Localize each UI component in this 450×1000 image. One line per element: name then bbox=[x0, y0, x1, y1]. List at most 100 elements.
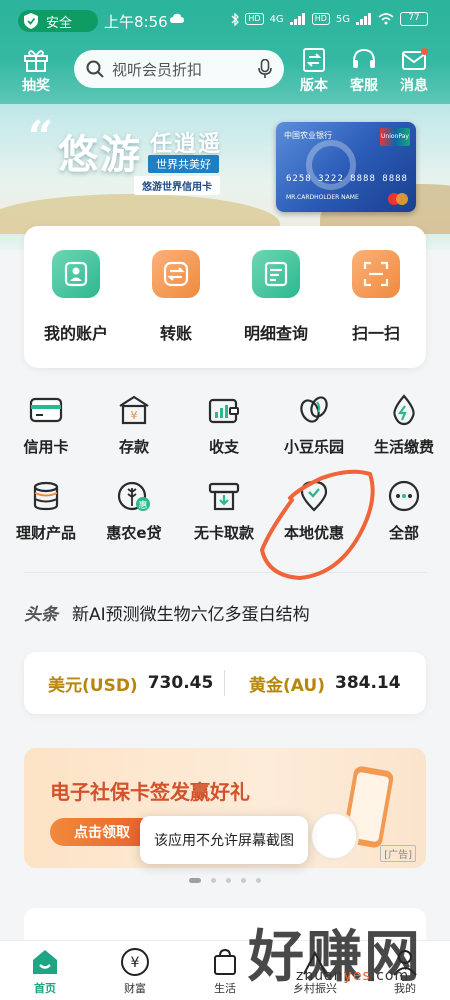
farm-loan-badge: 惠 bbox=[138, 499, 147, 511]
carousel-dot[interactable] bbox=[211, 878, 216, 883]
claim-button[interactable]: 点击领取 bbox=[50, 818, 154, 846]
clock: 上午8:56 bbox=[104, 13, 168, 31]
nav-home[interactable]: 首页 bbox=[0, 941, 90, 1000]
status-bar: 安全 上午8:56 HD 4G HD 5G 77 bbox=[0, 0, 450, 40]
carousel-dots bbox=[0, 878, 450, 883]
rate-value: 384.14 bbox=[334, 673, 401, 693]
watermark-url-prefix: zhuan bbox=[296, 968, 344, 984]
battery-indicator: 77 bbox=[400, 12, 428, 26]
service-label: 客服 bbox=[350, 78, 378, 94]
grid-label: 全部 bbox=[388, 524, 419, 542]
local-offer-icon bbox=[300, 480, 328, 512]
service-button[interactable]: 客服 bbox=[342, 48, 386, 95]
grid-more[interactable]: 全部 bbox=[360, 480, 448, 543]
quick-label: 明细查询 bbox=[243, 324, 308, 343]
deposit-icon: ¥ bbox=[119, 395, 149, 425]
carousel-dot-active[interactable] bbox=[189, 878, 201, 883]
more-icon bbox=[388, 480, 420, 512]
watermark-url-suffix: .com bbox=[370, 968, 410, 984]
grid-local-offer[interactable]: 本地优惠 bbox=[270, 480, 358, 543]
account-icon bbox=[52, 250, 100, 298]
messages-button[interactable]: 消息 bbox=[392, 48, 436, 95]
quick-actions-card: 我的账户 转账 明细查询 扫一扫 bbox=[24, 226, 426, 368]
grid-cardless-withdraw[interactable]: 无卡取款 bbox=[180, 480, 268, 543]
grid-label: 惠农e贷 bbox=[106, 524, 162, 542]
carousel-dot[interactable] bbox=[241, 878, 246, 883]
watermark-url-highlight: yes bbox=[343, 968, 371, 984]
lottery-label: 抽奖 bbox=[22, 78, 50, 94]
grid-credit-card[interactable]: 信用卡 bbox=[2, 394, 90, 457]
search-bar[interactable]: 视听会员折扣 bbox=[74, 50, 284, 88]
wealth-icon bbox=[33, 481, 59, 511]
credit-card-image: 中国农业银行 UnionPay 6258 3222 8888 8888 MR.C… bbox=[276, 122, 416, 212]
grid-label: 无卡取款 bbox=[193, 524, 254, 542]
hd-badge: HD bbox=[245, 13, 264, 25]
shield-icon bbox=[24, 13, 38, 29]
grid-income-expense[interactable]: 收支 bbox=[180, 394, 268, 457]
quick-label: 转账 bbox=[159, 324, 192, 343]
quick-transfer[interactable]: 转账 bbox=[126, 250, 226, 344]
version-icon bbox=[303, 48, 325, 72]
lottery-button[interactable]: 抽奖 bbox=[14, 48, 58, 95]
grid-utility[interactable]: 生活缴费 bbox=[360, 394, 448, 457]
svg-text:¥: ¥ bbox=[131, 409, 138, 422]
unionpay-logo: UnionPay bbox=[380, 128, 410, 146]
carousel-dot[interactable] bbox=[226, 878, 231, 883]
grid-label: 生活缴费 bbox=[373, 438, 434, 456]
version-button[interactable]: 版本 bbox=[292, 48, 336, 95]
card-holder: MR.CARDHOLDER NAME bbox=[286, 194, 359, 201]
safety-label: 安全 bbox=[46, 15, 73, 31]
wifi-icon bbox=[378, 13, 394, 25]
rate-gold[interactable]: 黄金(AU) 384.14 bbox=[225, 671, 425, 696]
watermark-url: zhuanyes.com bbox=[296, 968, 409, 984]
grid-beans-park[interactable]: 小豆乐园 bbox=[270, 394, 358, 457]
transfer-icon bbox=[152, 250, 200, 298]
farm-loan-icon: 惠 bbox=[117, 481, 150, 511]
signal-icon bbox=[289, 13, 305, 25]
grid-wealth[interactable]: 理财产品 bbox=[2, 480, 90, 543]
quick-my-account[interactable]: 我的账户 bbox=[26, 250, 126, 344]
rates-card: 美元(USD) 730.45 黄金(AU) 384.14 bbox=[24, 652, 426, 714]
screenshot-toast: 该应用不允许屏幕截图 bbox=[140, 816, 308, 864]
quote-mark: “ bbox=[28, 112, 54, 163]
quick-scan[interactable]: 扫一扫 bbox=[326, 250, 426, 344]
section-divider bbox=[24, 572, 426, 573]
statement-icon bbox=[252, 250, 300, 298]
microphone-icon[interactable] bbox=[258, 59, 272, 79]
cardless-withdraw-icon bbox=[208, 482, 240, 511]
card-bank-name: 中国农业银行 bbox=[284, 131, 332, 140]
promo-banner[interactable]: “ 悠游 任逍遥 世界共美好 悠游世界信用卡 中国农业银行 UnionPay 6… bbox=[0, 104, 450, 234]
cloud-icon bbox=[170, 13, 184, 23]
headline-text[interactable]: 新AI预测微生物六亿多蛋白结构 bbox=[72, 600, 310, 625]
news-headline[interactable]: 头条 新AI预测微生物六亿多蛋白结构 bbox=[24, 600, 310, 625]
card-number: 6258 3222 8888 8888 bbox=[286, 174, 408, 184]
quick-label: 我的账户 bbox=[43, 324, 108, 343]
utility-icon bbox=[393, 394, 415, 426]
rate-value: 730.45 bbox=[147, 673, 214, 693]
signal-icon-2 bbox=[356, 13, 371, 25]
grid-label: 收支 bbox=[208, 438, 239, 456]
rate-usd[interactable]: 美元(USD) 730.45 bbox=[24, 671, 224, 696]
network-4g: 4G bbox=[269, 13, 284, 25]
quick-statement[interactable]: 明细查询 bbox=[226, 250, 326, 344]
banner-title-side: 任逍遥 bbox=[150, 132, 223, 157]
mastercard-logo bbox=[388, 193, 408, 205]
nav-label: 首页 bbox=[34, 982, 56, 995]
search-placeholder: 视听会员折扣 bbox=[112, 60, 203, 79]
hd-badge-2: HD bbox=[311, 13, 330, 25]
ad-label: [广告] bbox=[380, 845, 416, 862]
grid-farm-loan[interactable]: 惠 惠农e贷 bbox=[90, 480, 178, 543]
headline-tag: 头条 bbox=[24, 605, 58, 625]
carousel-dot[interactable] bbox=[256, 878, 261, 883]
income-expense-icon bbox=[208, 398, 239, 424]
mascot-illustration bbox=[312, 814, 356, 858]
scan-icon bbox=[352, 250, 400, 298]
nav-wealth[interactable]: ¥ 财富 bbox=[90, 941, 180, 1000]
safety-indicator: 安全 bbox=[18, 10, 98, 32]
app-header: 抽奖 视听会员折扣 版本 客服 消息 bbox=[0, 44, 450, 100]
grid-label: 信用卡 bbox=[23, 438, 69, 456]
grid-label: 小豆乐园 bbox=[283, 438, 344, 456]
banner-card-tag: 悠游世界信用卡 bbox=[134, 176, 220, 195]
grid-deposit[interactable]: ¥ 存款 bbox=[90, 394, 178, 457]
messages-label: 消息 bbox=[400, 78, 428, 94]
